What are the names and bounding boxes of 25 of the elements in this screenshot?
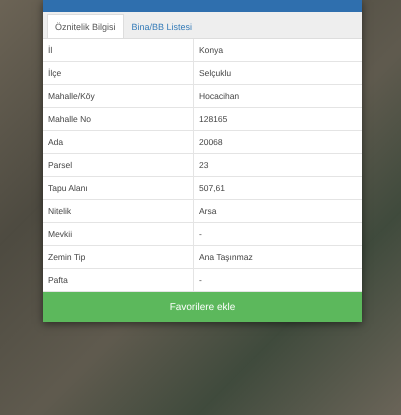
value-cell-text: 507,61	[198, 182, 226, 195]
value-cell-text: Selçuklu	[198, 67, 232, 80]
tab[interactable]: Bina/BB Listesi	[124, 14, 200, 38]
label-cell: Parsel	[43, 154, 194, 176]
value-cell-text: -	[198, 274, 203, 287]
label-cell: Zemin Tip	[43, 246, 194, 268]
value-cell-text: Arsa	[198, 205, 218, 218]
value-cell-text: 23	[198, 159, 210, 172]
label-cell: Mahalle No	[43, 108, 194, 130]
label-cell: Mahalle/Köy	[43, 85, 194, 107]
label-cell: Tapu Alanı	[43, 177, 194, 199]
label-cell: İlçe	[43, 62, 194, 84]
value-cell-text: Konya	[198, 44, 224, 57]
tab[interactable]: Öznitelik Bilgisi	[47, 14, 124, 38]
label-cell: İl	[43, 39, 194, 61]
label-cell: Pafta	[43, 269, 194, 291]
value-cell-text: Hocacihan	[198, 90, 240, 103]
value-cell-text: 128165	[198, 113, 228, 126]
value-cell-text: 20068	[198, 136, 224, 149]
label-cell: Nitelik	[43, 200, 194, 222]
label-cell: Mevkii	[43, 223, 194, 245]
value-cell-text: -	[198, 228, 203, 241]
add-favorites-button[interactable]: Favorilere ekle	[43, 292, 362, 322]
label-cell: Ada	[43, 131, 194, 153]
value-cell-text: Ana Taşınmaz	[198, 251, 254, 264]
